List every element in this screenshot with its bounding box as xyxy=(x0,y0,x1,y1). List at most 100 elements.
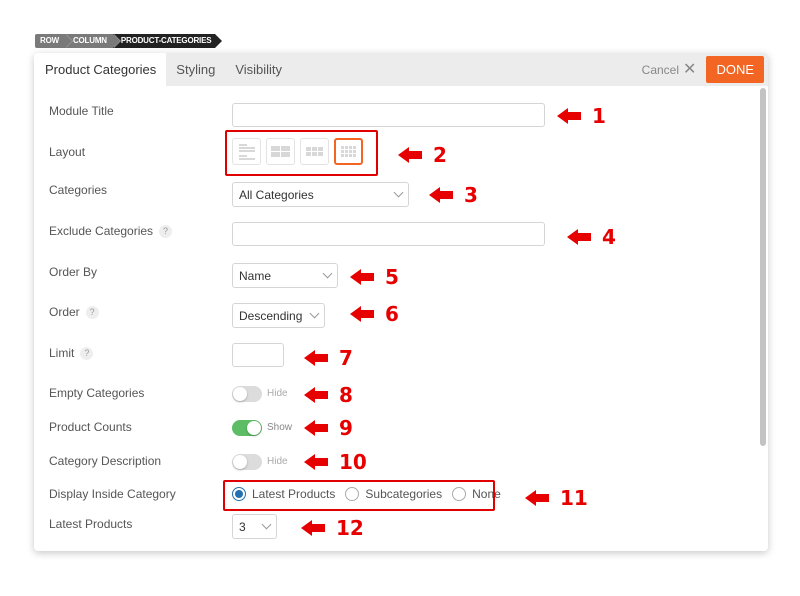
order-value: Descending xyxy=(239,308,303,323)
limit-input[interactable] xyxy=(232,343,284,367)
close-icon: ✕ xyxy=(683,60,697,78)
module-settings-panel: Product Categories Styling Visibility Ca… xyxy=(34,53,768,551)
arrow-left-icon xyxy=(557,108,583,124)
empty-categories-label: Empty Categories xyxy=(49,386,144,400)
order-by-label-text: Order By xyxy=(49,265,98,279)
arrow-left-icon xyxy=(398,147,424,163)
cancel-button[interactable]: Cancel ✕ xyxy=(641,60,697,78)
tab-styling[interactable]: Styling xyxy=(166,53,225,86)
annotation-5: 5 xyxy=(350,265,399,289)
arrow-left-icon xyxy=(304,350,330,366)
annotation-3: 3 xyxy=(429,183,478,207)
chevron-down-icon xyxy=(393,187,404,198)
breadcrumb-row[interactable]: ROW xyxy=(35,34,73,48)
help-icon[interactable]: ? xyxy=(85,305,99,319)
annotation-4: 4 xyxy=(567,225,616,249)
empty-categories-label-text: Empty Categories xyxy=(49,386,145,400)
exclude-categories-input[interactable] xyxy=(232,222,545,246)
module-title-label-text: Module Title xyxy=(49,104,114,118)
product-counts-toggle[interactable] xyxy=(232,420,262,436)
breadcrumb-product-categories: PRODUCT-CATEGORIES xyxy=(112,34,223,48)
cancel-label: Cancel xyxy=(641,62,680,77)
tab-visibility[interactable]: Visibility xyxy=(225,53,292,86)
arrow-left-icon xyxy=(350,269,376,285)
order-select[interactable]: Descending xyxy=(232,303,325,328)
latest-products-select[interactable]: 3 xyxy=(232,514,277,539)
limit-label: Limit ? xyxy=(49,346,94,360)
product-counts-label-text: Product Counts xyxy=(49,420,132,434)
done-button[interactable]: DONE xyxy=(706,56,764,83)
arrow-left-icon xyxy=(304,387,330,403)
module-title-input[interactable] xyxy=(232,103,545,127)
scrollbar[interactable] xyxy=(760,88,766,446)
arrow-left-icon xyxy=(304,454,330,470)
arrow-left-icon xyxy=(525,490,551,506)
order-by-label: Order By xyxy=(49,265,97,279)
annotation-10: 10 xyxy=(304,450,367,474)
order-label: Order ? xyxy=(49,305,99,319)
annotation-number: 1 xyxy=(592,104,606,128)
annotation-number: 5 xyxy=(385,265,399,289)
arrow-left-icon xyxy=(350,306,376,322)
category-description-toggle[interactable] xyxy=(232,454,262,470)
order-by-select[interactable]: Name xyxy=(232,263,338,288)
category-description-label-text: Category Description xyxy=(49,454,162,468)
display-inside-category-label: Display Inside Category xyxy=(49,487,176,501)
toggle-knob xyxy=(233,387,247,401)
layout-label: Layout xyxy=(49,145,85,159)
exclude-categories-label-text: Exclude Categories xyxy=(49,224,154,238)
annotation-number: 6 xyxy=(385,302,399,326)
category-description-label: Category Description xyxy=(49,454,161,468)
arrow-left-icon xyxy=(567,229,593,245)
toggle-knob xyxy=(233,455,247,469)
annotation-number: 3 xyxy=(464,183,478,207)
help-icon[interactable]: ? xyxy=(80,346,94,360)
annotation-number: 12 xyxy=(336,516,364,540)
annotation-number: 2 xyxy=(433,143,447,167)
annotation-12: 12 xyxy=(301,516,364,540)
annotation-1: 1 xyxy=(557,104,606,128)
annotation-7: 7 xyxy=(304,346,353,370)
annotation-number: 11 xyxy=(560,486,588,510)
chevron-down-icon xyxy=(322,268,333,279)
annotation-11: 11 xyxy=(525,486,588,510)
empty-categories-state: Hide xyxy=(267,388,288,399)
exclude-categories-label: Exclude Categories ? xyxy=(49,224,173,238)
annotation-number: 10 xyxy=(339,450,367,474)
toggle-knob xyxy=(247,421,261,435)
latest-products-value: 3 xyxy=(239,519,246,534)
product-counts-state: Show xyxy=(267,422,293,433)
layout-label-text: Layout xyxy=(49,145,86,159)
annotation-9: 9 xyxy=(304,416,353,440)
product-counts-label: Product Counts xyxy=(49,420,132,434)
categories-select[interactable]: All Categories xyxy=(232,182,409,207)
latest-products-label-text: Latest Products xyxy=(49,517,133,531)
annotation-number: 8 xyxy=(339,383,353,407)
categories-label: Categories xyxy=(49,183,107,197)
annotation-8: 8 xyxy=(304,383,353,407)
annotation-number: 9 xyxy=(339,416,353,440)
order-label-text: Order xyxy=(49,305,80,319)
arrow-left-icon xyxy=(301,520,327,536)
arrow-left-icon xyxy=(429,187,455,203)
help-icon[interactable]: ? xyxy=(159,224,173,238)
breadcrumb: ROW COLUMN PRODUCT-CATEGORIES xyxy=(35,34,223,48)
latest-products-label: Latest Products xyxy=(49,517,132,531)
annotation-6: 6 xyxy=(350,302,399,326)
tab-bar: Product Categories Styling Visibility Ca… xyxy=(34,53,768,86)
arrow-left-icon xyxy=(304,420,330,436)
limit-label-text: Limit xyxy=(49,346,75,360)
tab-product-categories[interactable]: Product Categories xyxy=(34,53,167,86)
category-description-state: Hide xyxy=(267,456,288,467)
annotation-box-layout xyxy=(225,130,378,176)
empty-categories-toggle[interactable] xyxy=(232,386,262,402)
chevron-down-icon xyxy=(309,308,320,319)
annotation-number: 7 xyxy=(339,346,353,370)
chevron-down-icon xyxy=(261,519,272,530)
annotation-2: 2 xyxy=(398,143,447,167)
display-inside-category-label-text: Display Inside Category xyxy=(49,487,176,501)
annotation-box-display-inside xyxy=(223,480,495,511)
categories-value: All Categories xyxy=(239,187,314,202)
categories-label-text: Categories xyxy=(49,183,108,197)
annotation-number: 4 xyxy=(602,225,616,249)
